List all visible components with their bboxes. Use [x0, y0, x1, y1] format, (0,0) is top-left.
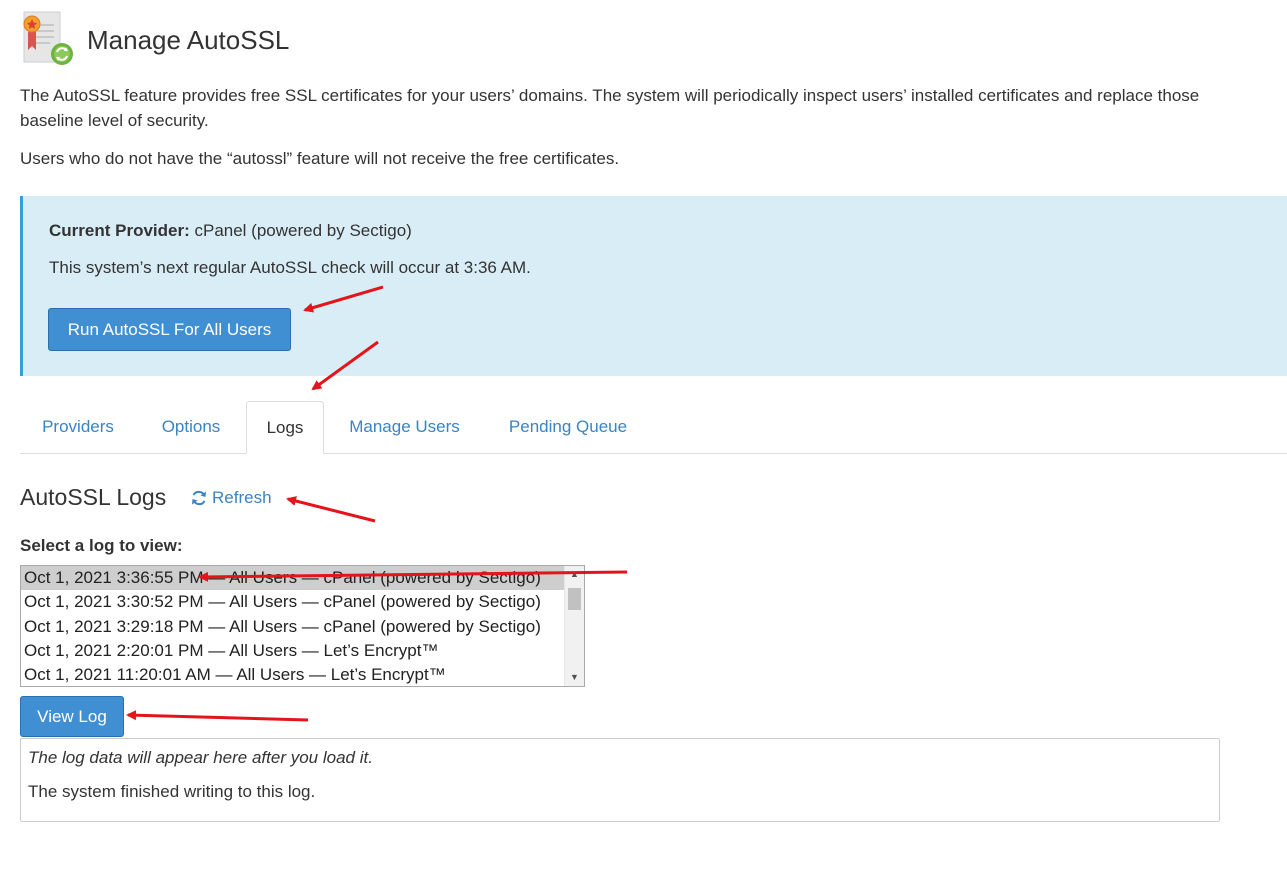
log-option[interactable]: Oct 1, 2021 3:29:18 PM — All Users — cPa… — [21, 615, 565, 639]
scroll-thumb[interactable] — [568, 588, 581, 610]
log-option[interactable]: Oct 1, 2021 2:20:01 PM — All Users — Let… — [21, 639, 565, 663]
select-log-label: Select a log to view: — [20, 536, 183, 555]
log-output-placeholder: The log data will appear here after you … — [28, 748, 373, 767]
certificate-icon — [20, 10, 76, 70]
provider-info-box: Current Provider: cPanel (powered by Sec… — [20, 196, 1287, 376]
tab-pending-queue[interactable]: Pending Queue — [504, 401, 632, 453]
page-title: Manage AutoSSL — [87, 24, 290, 55]
annotation-arrow-refresh — [286, 496, 376, 523]
log-output-status: The system finished writing to this log. — [28, 782, 316, 801]
tab-manage-users[interactable]: Manage Users — [346, 401, 463, 453]
next-check-text: This system’s next regular AutoSSL check… — [49, 258, 531, 277]
refresh-link[interactable]: Refresh — [190, 488, 272, 508]
intro-note: Users who do not have the “autossl” feat… — [20, 149, 620, 168]
tab-options[interactable]: Options — [158, 401, 224, 453]
current-provider: Current Provider: cPanel (powered by Sec… — [49, 221, 412, 241]
annotation-arrow-view-log — [126, 710, 309, 722]
log-list-scrollbar[interactable]: ▲ ▼ — [564, 566, 584, 686]
autossl-page: Manage AutoSSL The AutoSSL feature provi… — [0, 0, 1287, 895]
tab-bar: Providers Options Logs Manage Users Pend… — [20, 401, 1287, 454]
logs-heading: AutoSSL Logs — [20, 484, 167, 510]
tab-providers[interactable]: Providers — [20, 401, 136, 453]
scroll-up-arrow-icon[interactable]: ▲ — [565, 566, 584, 583]
log-option[interactable]: Oct 1, 2021 3:36:55 PM — All Users — cPa… — [21, 566, 565, 591]
intro-line-2: baseline level of security. — [20, 111, 209, 130]
intro-text: The AutoSSL feature provides free SSL ce… — [20, 83, 1287, 133]
current-provider-label: Current Provider: — [49, 221, 190, 240]
intro-line-1: The AutoSSL feature provides free SSL ce… — [20, 86, 1200, 105]
run-autossl-all-users-button[interactable]: Run AutoSSL For All Users — [48, 308, 291, 351]
scroll-down-arrow-icon[interactable]: ▼ — [565, 669, 584, 686]
page-header: Manage AutoSSL — [20, 10, 289, 70]
log-option[interactable]: Oct 1, 2021 11:20:01 AM — All Users — Le… — [21, 663, 565, 686]
tab-logs[interactable]: Logs — [246, 401, 324, 454]
log-output-panel: The log data will appear here after you … — [20, 738, 1220, 822]
refresh-icon — [192, 490, 206, 506]
log-option[interactable]: Oct 1, 2021 3:30:52 PM — All Users — cPa… — [21, 590, 565, 614]
log-select-list[interactable]: Oct 1, 2021 3:36:55 PM — All Users — cPa… — [20, 565, 585, 687]
current-provider-value: cPanel (powered by Sectigo) — [194, 221, 412, 240]
refresh-label: Refresh — [212, 488, 272, 507]
view-log-button[interactable]: View Log — [20, 696, 124, 737]
